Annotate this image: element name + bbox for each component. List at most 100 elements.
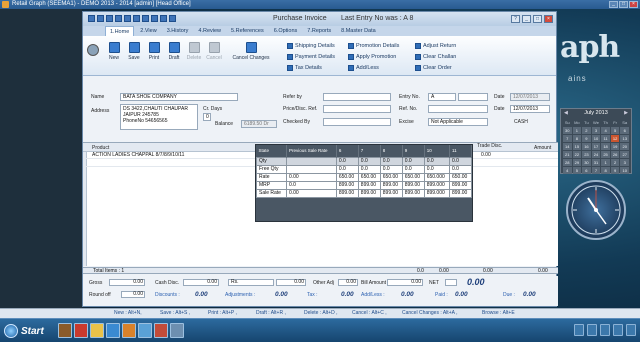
- calendar-day[interactable]: 23: [582, 151, 591, 158]
- address-field[interactable]: DS 3422,CHAUTI CHAUPAR JAIPUR 245785 Pho…: [120, 104, 198, 130]
- new-button[interactable]: New: [103, 40, 125, 61]
- calendar-day[interactable]: 3: [620, 159, 629, 166]
- calendar-day[interactable]: 8: [572, 135, 582, 142]
- popup-row-rate[interactable]: Rate 0.00 650.00 650.00 650.00 650.00 65…: [256, 172, 472, 182]
- calendar-day[interactable]: 5: [610, 127, 620, 134]
- calendar-day[interactable]: 30: [582, 159, 591, 166]
- tab-review[interactable]: 4.Review: [194, 26, 225, 36]
- minimize-button[interactable]: _: [522, 15, 531, 23]
- calendar-day[interactable]: 19: [610, 143, 620, 150]
- tray-icon[interactable]: [587, 324, 597, 336]
- delete-button[interactable]: Delete: [183, 40, 205, 61]
- quick-access-icon[interactable]: [106, 15, 113, 22]
- calendar-day[interactable]: 22: [572, 151, 582, 158]
- start-button[interactable]: Start: [4, 322, 54, 340]
- calendar-day[interactable]: 31: [591, 159, 601, 166]
- tray-icon[interactable]: [574, 324, 584, 336]
- prev-month-icon[interactable]: ◀: [564, 109, 568, 118]
- tab-reports[interactable]: 7.Reports: [303, 26, 335, 36]
- calendar-day[interactable]: 4: [601, 127, 610, 134]
- shipping-details-link[interactable]: Shipping Details: [287, 41, 335, 50]
- quick-access-icon[interactable]: [88, 15, 95, 22]
- taskbar-app-icon[interactable]: [58, 323, 72, 338]
- calendar-day[interactable]: 28: [563, 159, 572, 166]
- tab-view[interactable]: 2.View: [136, 26, 160, 36]
- tray-icon[interactable]: [613, 324, 623, 336]
- calendar-day[interactable]: 5: [572, 167, 582, 174]
- promotion-details-link[interactable]: Promotion Details: [348, 41, 399, 50]
- quick-access-icon[interactable]: [115, 15, 122, 22]
- bill-amount-field[interactable]: 0.00: [387, 279, 423, 286]
- help-icon[interactable]: ?: [511, 15, 520, 23]
- excise-select[interactable]: Not Applicable: [428, 118, 488, 126]
- taskbar-app-icon[interactable]: [122, 323, 136, 338]
- clear-order-link[interactable]: Clear Order: [415, 63, 452, 72]
- other-adj-field[interactable]: 0.00: [338, 279, 358, 286]
- quick-access-icon[interactable]: [97, 15, 104, 22]
- name-field[interactable]: BATA SHOE COMPANY: [120, 93, 238, 101]
- taskbar-app-icon[interactable]: [74, 323, 88, 338]
- popup-row-free-qty[interactable]: Free Qty 0.0 0.0 0.0 0.0 0.0 0.0: [256, 164, 472, 174]
- calendar-day[interactable]: 26: [610, 151, 620, 158]
- quick-access-icon[interactable]: [160, 15, 167, 22]
- calendar-day[interactable]: 25: [601, 151, 610, 158]
- calendar-day[interactable]: 18: [601, 143, 610, 150]
- close-button[interactable]: ×: [629, 1, 638, 8]
- cash-disc-amount-field[interactable]: 0.00: [276, 279, 306, 286]
- quick-access-icon[interactable]: [142, 15, 149, 22]
- calendar-day[interactable]: 9: [610, 167, 620, 174]
- clear-challan-link[interactable]: Clear Challan: [415, 52, 456, 61]
- quick-access-icon[interactable]: [151, 15, 158, 22]
- tax-details-link[interactable]: Tax Details: [287, 63, 322, 72]
- cash-disc-type-select[interactable]: Rs.: [228, 279, 274, 286]
- price-disc-ref-field[interactable]: [323, 105, 391, 113]
- taskbar-app-icon[interactable]: [106, 323, 120, 338]
- calendar-day[interactable]: 9: [582, 135, 591, 142]
- calendar-day[interactable]: 1: [601, 159, 610, 166]
- calendar-day[interactable]: 1: [572, 127, 582, 134]
- taskbar-app-icon[interactable]: [138, 323, 152, 338]
- draft-button[interactable]: Draft: [163, 40, 185, 61]
- quick-access-icon[interactable]: [133, 15, 140, 22]
- popup-row-qty[interactable]: Qty 0.0 0.0 0.0 0.0 0.0 0.0: [256, 156, 472, 166]
- apply-promotion-link[interactable]: Apply Promotion: [348, 52, 396, 61]
- cancel-changes-button[interactable]: Cancel Changes: [231, 40, 271, 61]
- calendar-day[interactable]: 17: [591, 143, 601, 150]
- calendar-day[interactable]: 6: [620, 127, 629, 134]
- popup-row-sale-rate[interactable]: Sale Rate 0.00 899.00 899.00 899.00 899.…: [256, 188, 472, 198]
- save-button[interactable]: Save: [123, 40, 145, 61]
- adjust-return-link[interactable]: Adjust Return: [415, 41, 456, 50]
- taskbar-app-icon[interactable]: [154, 323, 168, 338]
- calendar-day[interactable]: 4: [563, 167, 572, 174]
- popup-row-mrp[interactable]: MRP 0.0 899.00 899.00 899.00 899.00 899.…: [256, 180, 472, 190]
- calendar-day[interactable]: 2: [582, 127, 591, 134]
- calendar-day[interactable]: 11: [601, 135, 610, 142]
- tray-icon[interactable]: [600, 324, 610, 336]
- calendar-day[interactable]: 27: [620, 151, 629, 158]
- app-menu-button[interactable]: [87, 44, 99, 56]
- calendar-day[interactable]: 16: [582, 143, 591, 150]
- trade-disc-cell[interactable]: 0.00: [481, 152, 491, 158]
- checked-by-field[interactable]: [323, 118, 391, 126]
- tab-history[interactable]: 3.History: [163, 26, 193, 36]
- quick-access-icon[interactable]: [169, 15, 176, 22]
- refer-by-field[interactable]: [323, 93, 391, 101]
- next-month-icon[interactable]: ▶: [624, 109, 628, 118]
- entry-no-field[interactable]: [458, 93, 488, 101]
- calendar-day[interactable]: 10: [591, 135, 601, 142]
- calendar-day[interactable]: 24: [591, 151, 601, 158]
- calendar-day[interactable]: 13: [620, 135, 629, 142]
- col-product[interactable]: Product: [92, 145, 109, 151]
- calendar-day[interactable]: 7: [591, 167, 601, 174]
- calendar-day[interactable]: 21: [563, 151, 572, 158]
- calendar-day[interactable]: 29: [572, 159, 582, 166]
- col-trade-disc[interactable]: Trade Disc.: [477, 143, 502, 149]
- tab-references[interactable]: 5.References: [227, 26, 268, 36]
- cash-disc-field[interactable]: 0.00: [183, 279, 219, 286]
- calendar-day[interactable]: 6: [582, 167, 591, 174]
- calendar-day[interactable]: 15: [572, 143, 582, 150]
- add-less-link[interactable]: Add/Less: [348, 63, 379, 72]
- entry-no-prefix-field[interactable]: A: [428, 93, 456, 101]
- calendar-day[interactable]: 2: [610, 159, 620, 166]
- calendar-day[interactable]: 30: [563, 127, 572, 134]
